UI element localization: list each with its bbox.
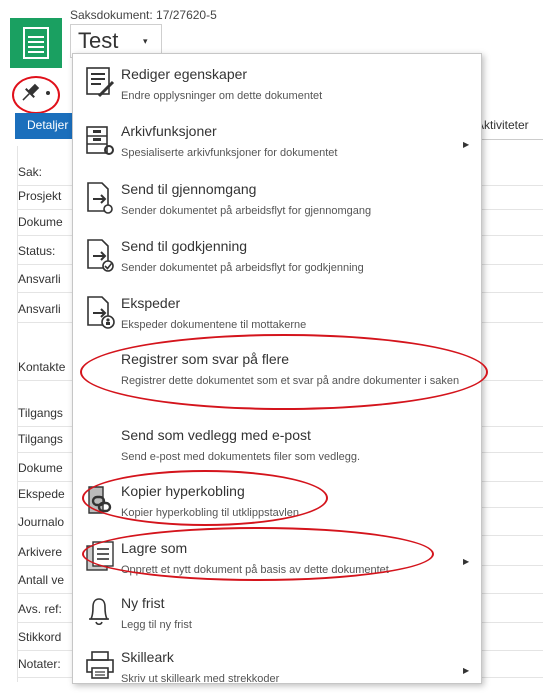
send-review-icon: [87, 182, 113, 214]
field-label: Avs. ref:: [18, 602, 62, 616]
menu-item-title: Lagre som: [121, 540, 188, 556]
tab-aktiviteter-label: Aktiviteter: [476, 118, 529, 132]
submenu-arrow-icon: ▶: [463, 666, 470, 675]
archive-cabinet-icon: [86, 126, 114, 155]
menu-item-title: Send til godkjenning: [121, 238, 248, 254]
menu-item-title: Ekspeder: [121, 295, 181, 311]
dispatch-icon: [87, 296, 115, 329]
field-label: Stikkord: [18, 630, 62, 644]
field-label: Dokume: [18, 215, 63, 229]
menu-item-desc: Send e-post med dokumentets filer som ve…: [121, 451, 361, 463]
submenu-arrow-icon: ▶: [463, 140, 470, 149]
menu-item-ekspeder[interactable]: Ekspeder Ekspeder dokumentene til mottak…: [73, 289, 481, 343]
menu-item-title: Send som vedlegg med e-post: [121, 427, 311, 443]
menu-item-lagre-som[interactable]: Lagre som Opprett et nytt dokument på ba…: [73, 534, 481, 588]
menu-item-rediger-egenskaper[interactable]: Rediger egenskaper Endre opplysninger om…: [73, 60, 481, 114]
menu-item-title: Kopier hyperkobling: [121, 483, 245, 499]
field-label: Tilgangs: [18, 432, 63, 446]
field-label: Dokume: [18, 461, 63, 475]
menu-item-title: Arkivfunksjoner: [121, 123, 217, 139]
document-number: Saksdokument: 17/27620-5: [70, 8, 217, 22]
bell-icon: [89, 598, 109, 626]
send-approval-icon: [87, 239, 114, 272]
menu-item-ny-frist[interactable]: Ny frist Legg til ny frist: [73, 589, 481, 643]
field-label: Arkivere: [18, 545, 63, 559]
menu-item-desc: Sender dokumentet på arbeidsflyt for god…: [121, 262, 364, 274]
field-label: Ansvarli: [18, 272, 61, 286]
submenu-arrow-icon: ▶: [463, 557, 470, 566]
menu-item-desc: Ekspeder dokumentene til mottakerne: [121, 319, 307, 331]
menu-item-desc: Endre opplysninger om dette dokumentet: [121, 90, 323, 102]
field-label: Status:: [18, 244, 56, 258]
field-label: Sak:: [18, 165, 43, 179]
menu-item-kopier-hyperkobling[interactable]: Kopier hyperkobling Kopier hyperkobling …: [73, 477, 481, 531]
menu-item-desc: Opprett et nytt dokument på basis av det…: [121, 564, 389, 576]
save-as-icon: [86, 541, 114, 571]
field-label: Notater:: [18, 657, 61, 671]
menu-item-title: Ny frist: [121, 595, 165, 611]
menu-item-send-til-godkjenning[interactable]: Send til godkjenning Sender dokumentet p…: [73, 232, 481, 286]
menu-item-desc: Skriv ut skilleark med strekkoder: [121, 673, 280, 685]
field-label: Tilgangs: [18, 406, 63, 420]
page-title: Test: [78, 28, 119, 53]
menu-item-title: Registrer som svar på flere: [121, 351, 290, 367]
field-label: Antall ve: [18, 573, 65, 587]
edit-properties-icon: [86, 67, 115, 98]
menu-item-send-til-gjennomgang[interactable]: Send til gjennomgang Sender dokumentet p…: [73, 175, 481, 229]
menu-item-skilleark[interactable]: Skilleark Skriv ut skilleark med strekko…: [73, 643, 481, 697]
chevron-down-icon: ▾: [143, 36, 148, 46]
menu-item-title: Rediger egenskaper: [121, 66, 248, 82]
menu-item-desc: Kopier hyperkobling til utklippstavlen: [121, 507, 299, 519]
menu-item-desc: Legg til ny frist: [121, 619, 192, 631]
hyperlink-icon: [88, 486, 112, 514]
menu-item-arkivfunksjoner[interactable]: Arkivfunksjoner Spesialiserte arkivfunks…: [73, 117, 481, 171]
menu-item-desc: Registrer dette dokumentet som et svar p…: [121, 375, 460, 387]
context-menu: Rediger egenskaper Endre opplysninger om…: [72, 53, 482, 685]
menu-item-desc: Sender dokumentet på arbeidsflyt for gje…: [121, 205, 372, 217]
tab-detaljer[interactable]: Detaljer: [17, 113, 77, 139]
field-label: Ekspede: [18, 487, 65, 501]
field-label: Ansvarli: [18, 302, 61, 316]
menu-item-title: Skilleark: [121, 649, 174, 665]
printer-icon: [86, 651, 114, 679]
field-label: Journalo: [18, 515, 65, 529]
field-label: Prosjekt: [18, 189, 62, 203]
menu-item-desc: Spesialiserte arkivfunksjoner for dokume…: [121, 147, 338, 159]
menu-item-send-som-vedlegg[interactable]: Send som vedlegg med e-post Send e-post …: [73, 421, 481, 475]
menu-item-title: Send til gjennomgang: [121, 181, 257, 197]
field-label: Kontakte: [18, 360, 66, 374]
tab-detaljer-label: Detaljer: [27, 118, 69, 132]
document-icon: [10, 18, 62, 68]
menu-item-registrer-som-svar[interactable]: Registrer som svar på flere Registrer de…: [73, 345, 481, 399]
annotation-circle: [12, 76, 60, 114]
